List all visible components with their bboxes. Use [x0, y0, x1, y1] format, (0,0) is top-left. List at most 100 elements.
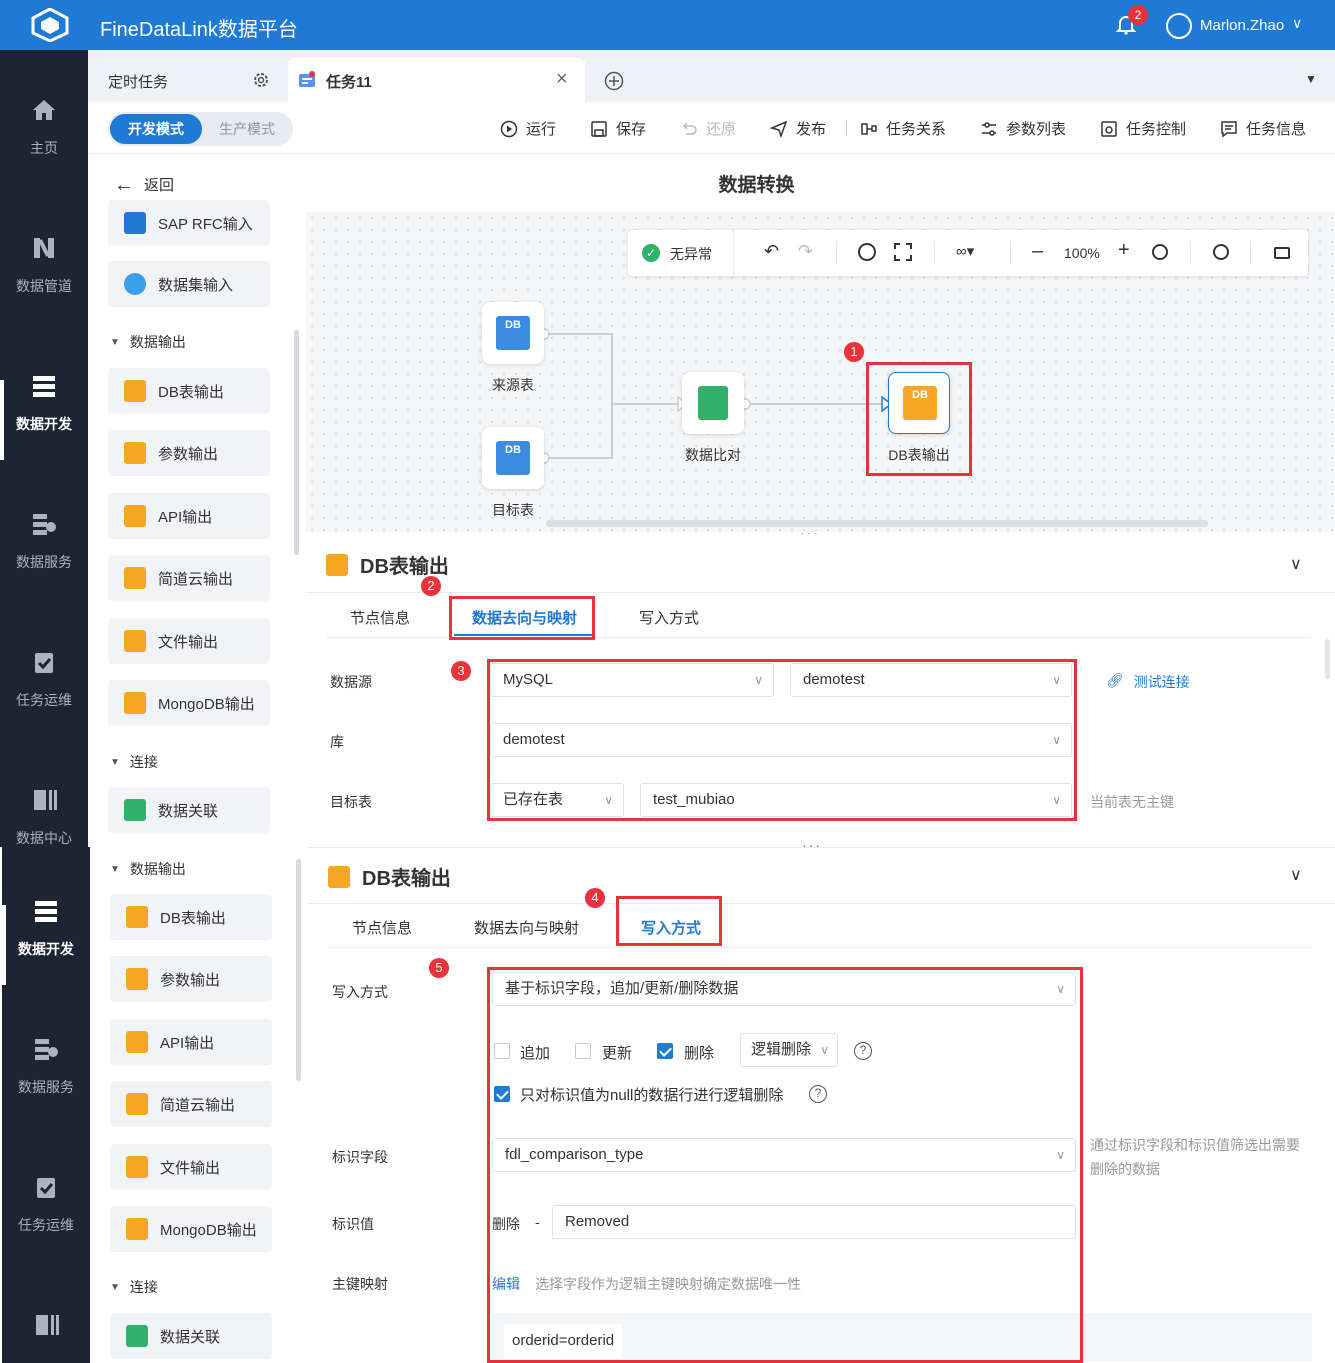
step-marker: 2	[421, 576, 441, 596]
api-output-icon	[124, 505, 146, 527]
logo-icon	[31, 8, 69, 42]
collapse-icon[interactable]: ∨	[1290, 865, 1302, 885]
node-label: 目标表	[492, 502, 534, 518]
palette-item[interactable]: 文件输出	[108, 618, 270, 664]
chevron-down-icon[interactable]: ∨	[1292, 15, 1302, 32]
undo-icon	[682, 121, 697, 135]
tab-scheduled[interactable]: 定时任务	[88, 58, 283, 102]
nav-item-home[interactable]: 主页	[0, 96, 88, 158]
add-tab-icon[interactable]	[604, 71, 624, 91]
info-button[interactable]: 任务信息	[1220, 118, 1306, 139]
divider	[308, 903, 1335, 904]
nav-item-dev[interactable]: 数据开发	[0, 372, 88, 434]
palette-item[interactable]: 文件输出	[110, 1144, 272, 1190]
nav-item-datacenter[interactable]	[2, 1311, 90, 1353]
palette-item[interactable]: SAP RFC输入	[108, 200, 270, 246]
tab-menu-caret-icon[interactable]: ▼	[1305, 72, 1317, 86]
group-header-join[interactable]: ▼ 连接	[110, 752, 158, 772]
node-target[interactable]: DB	[482, 427, 544, 489]
palette-item[interactable]: DB表输出	[110, 894, 272, 940]
toolbar-divider	[846, 120, 847, 136]
node-source[interactable]: DB	[482, 302, 544, 364]
link-icon: 🔗︎	[1106, 672, 1124, 688]
datacenter-icon	[34, 790, 57, 810]
group-header-join[interactable]: ▼ 连接	[110, 1277, 158, 1297]
info-icon	[1221, 120, 1237, 137]
pipeline-icon	[34, 238, 54, 258]
palette-item[interactable]: MongoDB输出	[110, 1206, 272, 1252]
test-connection-link[interactable]: 🔗︎ 测试连接	[1106, 672, 1190, 692]
palette-item[interactable]: API输出	[108, 493, 270, 539]
tab-task[interactable]: 任务11 ×	[288, 58, 585, 102]
palette-item[interactable]: 参数输出	[108, 430, 270, 476]
palette-item[interactable]: 参数输出	[110, 956, 272, 1002]
table-label: 目标表	[330, 794, 372, 810]
palette-item[interactable]: MongoDB输出	[108, 680, 270, 726]
tab-node-info[interactable]: 节点信息	[352, 917, 412, 938]
palette-item[interactable]: 简道云输出	[110, 1081, 272, 1127]
control-button[interactable]: 任务控制	[1100, 118, 1186, 139]
left-nav-lower: 数据开发 数据服务 任务运维	[2, 847, 90, 1363]
db-icon: DB	[496, 316, 530, 350]
tab-write-mode[interactable]: 写入方式	[639, 607, 699, 628]
step-marker: 1	[844, 342, 864, 362]
clipboard-check-icon	[37, 1178, 55, 1198]
close-icon[interactable]: ×	[556, 68, 568, 91]
user-avatar-icon[interactable]	[1166, 13, 1192, 39]
clipboard-check-icon	[35, 653, 53, 673]
save-icon	[591, 120, 607, 137]
node-compare[interactable]	[682, 372, 744, 434]
service-icon	[35, 1039, 58, 1060]
run-button[interactable]: 运行	[500, 118, 556, 139]
db-output-icon	[326, 553, 348, 576]
palette-item[interactable]: DB表输出	[108, 368, 270, 414]
dev-mode-button[interactable]: 开发模式	[110, 114, 202, 144]
tab-node-info[interactable]: 节点信息	[350, 607, 410, 628]
top-bar: FineDataLink数据平台 2 Marlon.Zhao ∨	[0, 0, 1335, 50]
group-header-output[interactable]: ▼ 数据输出	[110, 332, 186, 352]
step-marker: 5	[429, 958, 449, 978]
node-label: 数据比对	[685, 447, 741, 463]
palette-item[interactable]: 数据关联	[108, 787, 270, 833]
publish-button[interactable]: 发布	[770, 118, 826, 139]
nav-item-service[interactable]: 数据服务	[2, 1035, 90, 1097]
panel-title: DB表输出	[326, 550, 449, 579]
caret-down-icon: ▼	[110, 1281, 120, 1293]
nav-item-datacenter[interactable]: 数据中心	[0, 786, 88, 847]
nav-item-service[interactable]: 数据服务	[0, 510, 88, 572]
nav-item-ops[interactable]: 任务运维	[2, 1173, 90, 1235]
db-output-icon	[124, 380, 146, 402]
divider	[328, 947, 1312, 948]
palette-item[interactable]: 数据集输入	[108, 261, 270, 307]
highlight-box	[487, 967, 1083, 1363]
prod-mode-button[interactable]: 生产模式	[206, 114, 288, 144]
caret-down-icon: ▼	[110, 756, 120, 768]
panel-scrollbar[interactable]	[1325, 639, 1330, 679]
palette-item[interactable]: 数据关联	[110, 1313, 272, 1359]
jdy-output-icon	[126, 1093, 148, 1115]
nav-item-pipeline[interactable]: 数据管道	[0, 234, 88, 296]
collapse-icon[interactable]: ∨	[1290, 554, 1302, 574]
restore-button[interactable]: 还原	[680, 118, 736, 139]
node-label: 来源表	[492, 377, 534, 393]
highlight-box	[866, 362, 972, 476]
send-icon	[770, 120, 788, 138]
palette-scrollbar[interactable]	[296, 859, 301, 1081]
app-title: FineDataLink数据平台	[100, 19, 298, 41]
relations-button[interactable]: 任务关系	[860, 118, 946, 139]
palette-item[interactable]: API输出	[110, 1019, 272, 1065]
control-icon	[1101, 120, 1117, 137]
palette-scrollbar[interactable]	[294, 330, 299, 555]
gear-icon[interactable]	[252, 71, 270, 89]
user-name[interactable]: Marlon.Zhao	[1200, 17, 1284, 34]
jdy-output-icon	[124, 567, 146, 589]
tab-mapping[interactable]: 数据去向与映射	[474, 917, 579, 938]
params-button[interactable]: 参数列表	[980, 118, 1066, 139]
palette-item[interactable]: 简道云输出	[108, 555, 270, 601]
divider	[306, 592, 1335, 593]
group-header-output[interactable]: ▼ 数据输出	[110, 859, 186, 879]
nav-item-ops[interactable]: 任务运维	[0, 648, 88, 710]
nav-item-dev[interactable]: 数据开发	[2, 897, 90, 959]
save-button[interactable]: 保存	[590, 118, 646, 139]
dataset-icon	[124, 273, 146, 295]
